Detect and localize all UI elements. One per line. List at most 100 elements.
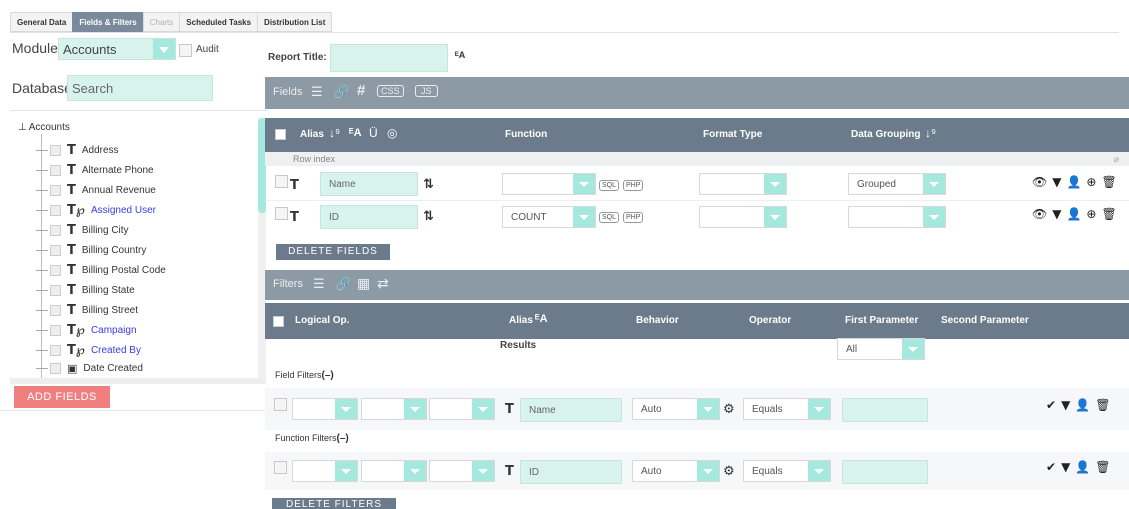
magnet-icon[interactable]: Ü [369, 126, 378, 140]
first-parameter-input[interactable] [842, 460, 928, 484]
audit-checkbox[interactable] [179, 44, 192, 57]
php-chip[interactable]: PHP [623, 180, 644, 191]
format-type-select[interactable] [699, 206, 787, 228]
trash-icon[interactable]: 🗑 [1101, 207, 1116, 221]
filter-icon[interactable]: ▼ [1061, 398, 1070, 412]
logical-op-select[interactable] [292, 398, 358, 420]
user-icon[interactable]: 👤 [1075, 460, 1090, 474]
tree-checkbox[interactable] [50, 264, 61, 276]
user-icon[interactable]: 👤 [1066, 207, 1081, 221]
delete-fields-button[interactable]: DELETE FIELDS [276, 244, 390, 260]
link-icon[interactable]: 🔗 [335, 276, 351, 292]
function-select[interactable] [502, 173, 596, 195]
tree-checkbox[interactable] [50, 304, 61, 316]
logical-op-select-3[interactable] [429, 398, 495, 420]
eye-icon[interactable]: 👁 [1032, 207, 1047, 221]
operator-select[interactable]: Equals [743, 460, 831, 482]
reorder-icon[interactable]: ⇅ [423, 177, 434, 192]
tree-checkbox[interactable] [50, 244, 61, 256]
sql-chip[interactable]: SQL [599, 212, 620, 223]
behavior-select[interactable]: Auto [632, 398, 720, 420]
user-icon[interactable]: 👤 [1075, 398, 1090, 412]
field-row-checkbox[interactable] [275, 175, 288, 188]
filter-icon[interactable]: ▼ [1061, 460, 1070, 474]
logical-op-select-2[interactable] [361, 460, 427, 482]
tree-item-annual-revenue[interactable]: T Annual Revenue [36, 180, 156, 200]
tree-item-billing-country[interactable]: T Billing Country [36, 240, 146, 260]
tab-scheduled-tasks[interactable]: Scheduled Tasks [179, 12, 258, 32]
field-row-checkbox[interactable] [275, 207, 288, 220]
tree-item-date-created[interactable]: ▣ Date Created [36, 358, 143, 378]
tree-hscrollbar[interactable] [10, 378, 266, 384]
tree-expand-icon[interactable]: ⊥ [18, 122, 27, 133]
add-circle-icon[interactable]: ⊕ [1086, 175, 1096, 189]
hash-icon[interactable]: # [357, 82, 365, 99]
field-alias-input[interactable]: ID [320, 205, 418, 229]
filter-alias-input[interactable]: ID [520, 460, 622, 484]
tree-checkbox[interactable] [50, 144, 61, 156]
sort-icon[interactable]: ↓⁹ [925, 126, 936, 140]
sliders-icon[interactable]: ☰ [313, 276, 325, 292]
sql-chip[interactable]: SQL [599, 180, 620, 191]
add-fields-button[interactable]: ADD FIELDS [14, 386, 110, 408]
hide-icon[interactable]: ⌀ [1114, 152, 1119, 166]
filter-alias-input[interactable]: Name [520, 398, 622, 422]
css-button[interactable]: CSS [377, 85, 404, 97]
behavior-select[interactable]: Auto [632, 460, 720, 482]
grouping-select[interactable]: Grouped [848, 173, 946, 195]
collapse-icon[interactable]: (–) [322, 370, 334, 381]
target-icon[interactable]: ◎ [387, 126, 397, 140]
filter-row-checkbox[interactable] [274, 398, 287, 411]
sort-icon[interactable]: ↓⁹ [329, 126, 340, 140]
operator-select[interactable]: Equals [743, 398, 831, 420]
delete-filters-button[interactable]: DELETE FILTERS [272, 498, 396, 509]
js-button[interactable]: JS [415, 85, 438, 97]
collapse-icon[interactable]: (–) [337, 433, 349, 444]
tree-checkbox[interactable] [50, 362, 61, 374]
tree-item-billing-street[interactable]: T Billing Street [36, 300, 138, 320]
eye-icon[interactable]: 👁 [1032, 175, 1047, 189]
logical-op-select-3[interactable] [429, 460, 495, 482]
select-all-fields-checkbox[interactable] [275, 129, 286, 140]
format-type-select[interactable] [699, 173, 787, 195]
function-select[interactable]: COUNT [502, 206, 596, 228]
filter-icon[interactable]: ▼ [1052, 175, 1061, 189]
select-all-filters-checkbox[interactable] [273, 316, 284, 327]
tab-charts[interactable]: Charts [142, 12, 180, 32]
field-alias-input[interactable]: Name [320, 172, 418, 196]
table-icon[interactable]: ▦ [357, 275, 370, 292]
tree-item-alternate-phone[interactable]: T Alternate Phone [36, 160, 154, 180]
tree-checkbox[interactable] [50, 164, 61, 176]
link-icon[interactable]: 🔗 [333, 84, 349, 100]
results-select[interactable]: All [837, 338, 925, 360]
translate-icon[interactable]: ᴱA [535, 313, 548, 325]
translate-icon[interactable]: ᴱA [349, 127, 362, 139]
trash-icon[interactable]: 🗑 [1095, 398, 1110, 412]
trash-icon[interactable]: 🗑 [1101, 175, 1116, 189]
tree-item-created-by[interactable]: T℘ Created By [36, 340, 141, 360]
swap-icon[interactable]: ⇄ [377, 275, 389, 292]
tree-checkbox[interactable] [50, 224, 61, 236]
tree-checkbox[interactable] [50, 344, 61, 356]
tree-item-assigned-user[interactable]: T℘ Assigned User [36, 200, 156, 220]
sliders-icon[interactable]: ☰ [311, 84, 323, 100]
module-select[interactable]: Accounts [58, 38, 176, 60]
gear-icon[interactable]: ⚙ [723, 401, 735, 417]
tree-item-billing-state[interactable]: T Billing State [36, 280, 135, 300]
trash-icon[interactable]: 🗑 [1095, 460, 1110, 474]
reorder-icon[interactable]: ⇅ [423, 209, 434, 224]
tab-fields-filters[interactable]: Fields & Filters [72, 12, 143, 32]
filter-row-checkbox[interactable] [274, 461, 287, 474]
report-title-input[interactable] [330, 44, 448, 72]
gear-icon[interactable]: ⚙ [723, 463, 735, 479]
tree-item-billing-city[interactable]: T Billing City [36, 220, 129, 240]
tree-checkbox[interactable] [50, 184, 61, 196]
first-parameter-input[interactable] [842, 398, 928, 422]
database-search-input[interactable]: Search [67, 75, 213, 101]
tree-item-billing-postal-code[interactable]: T Billing Postal Code [36, 260, 166, 280]
tree-root[interactable]: ⊥ Accounts [18, 122, 70, 133]
php-chip[interactable]: PHP [623, 212, 644, 223]
add-circle-icon[interactable]: ⊕ [1086, 207, 1096, 221]
check-icon[interactable]: ✔ [1046, 398, 1056, 412]
tree-checkbox[interactable] [50, 204, 61, 216]
